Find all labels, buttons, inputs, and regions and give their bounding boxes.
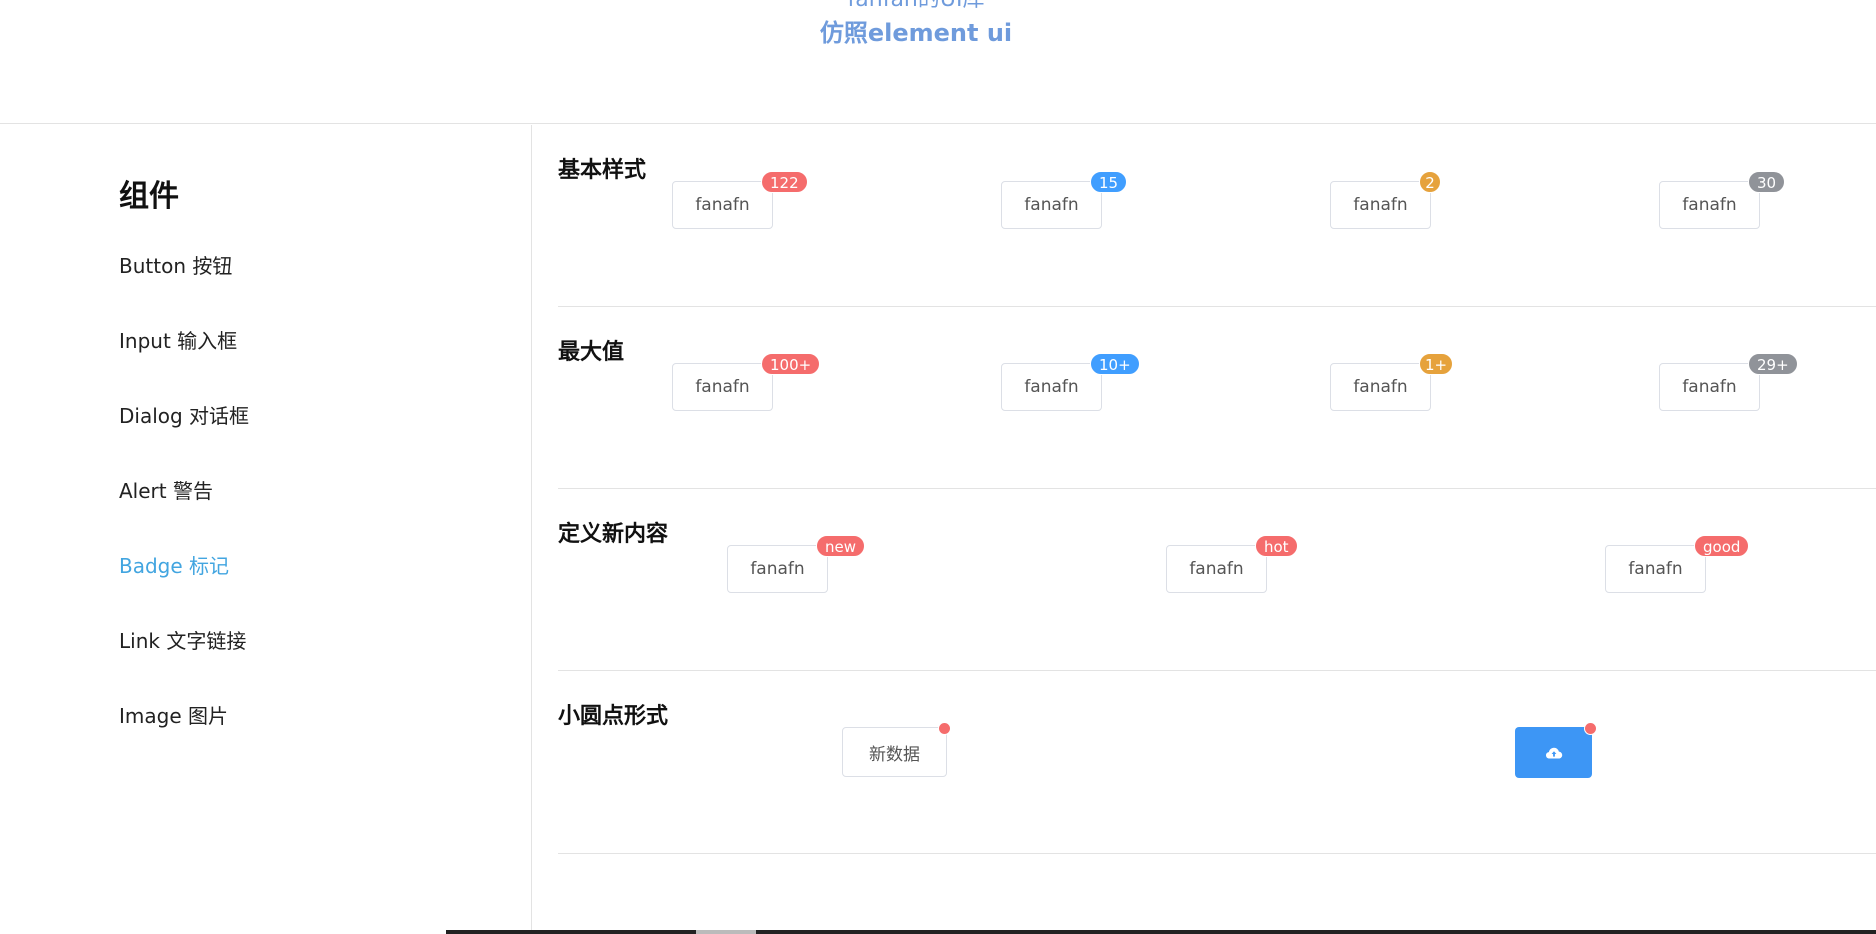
sidebar-item-badge[interactable]: Badge 标记 — [119, 550, 229, 579]
button-label: fanafn — [1024, 195, 1079, 215]
badge-button[interactable]: fanafn 2 — [1330, 171, 1441, 229]
badge-button[interactable]: fanafn new — [727, 535, 866, 593]
library-title: fanfan的UI库 — [0, 0, 1832, 12]
library-subtitle: 仿照element ui — [819, 19, 1013, 47]
sidebar-item-button[interactable]: Button 按钮 — [119, 250, 232, 279]
badge-button[interactable]: fanafn good — [1605, 535, 1750, 593]
cloud-upload-icon — [1545, 746, 1563, 760]
button-label: fanafn — [695, 377, 750, 397]
badge-button[interactable]: fanafn hot — [1166, 535, 1298, 593]
button-label: fanafn — [1682, 195, 1737, 215]
button-label: fanafn — [1353, 377, 1408, 397]
text-badge: new — [816, 535, 866, 557]
horizontal-scrollbar-thumb[interactable] — [696, 930, 756, 934]
count-badge: 30 — [1748, 171, 1786, 193]
main-content: 基本样式 fanafn 122 fanafn 15 fanafn 2 fanaf… — [558, 125, 1876, 934]
sidebar-item-image[interactable]: Image 图片 — [119, 700, 228, 729]
sidebar-item-alert[interactable]: Alert 警告 — [119, 475, 213, 504]
button-label: fanafn — [1682, 377, 1737, 397]
page: fanfan的UI库 仿照element ui 组件 Button 按钮 Inp… — [0, 0, 1876, 934]
section-title: 定义新内容 — [558, 522, 669, 547]
badge-button[interactable]: fanafn 15 — [1001, 171, 1128, 229]
horizontal-scrollbar-track — [446, 930, 696, 934]
section-custom-content: 定义新内容 fanafn new fanafn hot fanafn good — [558, 489, 1876, 671]
dot-badge — [938, 722, 951, 735]
sidebar-item-input[interactable]: Input 输入框 — [119, 325, 237, 354]
dot-badge — [1584, 722, 1597, 735]
count-badge: 29+ — [1748, 353, 1798, 375]
button-label: fanafn — [1189, 559, 1244, 579]
section-title: 小圆点形式 — [558, 704, 669, 729]
text-badge: good — [1694, 535, 1750, 557]
badge-button[interactable]: fanafn 30 — [1659, 171, 1786, 229]
badge-button[interactable]: fanafn 122 — [672, 171, 808, 229]
button-label: fanafn — [750, 559, 805, 579]
section-title: 基本样式 — [558, 158, 647, 183]
section-title: 最大值 — [558, 340, 625, 365]
button-label: fanafn — [1628, 559, 1683, 579]
header: fanfan的UI库 仿照element ui — [0, 0, 1876, 124]
section-max-value: 最大值 fanafn 100+ fanafn 10+ fanafn 1+ fan… — [558, 307, 1876, 489]
button-label: fanafn — [1353, 195, 1408, 215]
sidebar-heading: 组件 — [119, 179, 179, 214]
sidebar-item-link[interactable]: Link 文字链接 — [119, 625, 246, 654]
section-basic: 基本样式 fanafn 122 fanafn 15 fanafn 2 fanaf… — [558, 125, 1876, 307]
count-badge: 1+ — [1419, 353, 1454, 375]
new-data-button[interactable]: 新数据 — [842, 722, 951, 777]
badge-button[interactable]: fanafn 100+ — [672, 353, 821, 411]
button-label: fanafn — [695, 195, 750, 215]
count-badge: 122 — [761, 171, 808, 193]
badge-button[interactable]: fanafn 10+ — [1001, 353, 1140, 411]
text-badge: hot — [1255, 535, 1298, 557]
badge-button[interactable]: fanafn 1+ — [1330, 353, 1454, 411]
button-label: 新数据 — [869, 744, 920, 765]
button-label: fanafn — [1024, 377, 1079, 397]
count-badge: 15 — [1090, 171, 1128, 193]
sidebar-item-dialog[interactable]: Dialog 对话框 — [119, 400, 249, 429]
sidebar: 组件 Button 按钮 Input 输入框 Dialog 对话框 Alert … — [0, 125, 532, 934]
badge-button[interactable]: fanafn 29+ — [1659, 353, 1798, 411]
count-badge: 10+ — [1090, 353, 1140, 375]
count-badge: 100+ — [761, 353, 821, 375]
count-badge: 2 — [1419, 171, 1441, 193]
section-dot: 小圆点形式 新数据 — [558, 671, 1876, 854]
horizontal-scrollbar-track-end — [756, 930, 1876, 934]
upload-button[interactable] — [1515, 722, 1597, 778]
